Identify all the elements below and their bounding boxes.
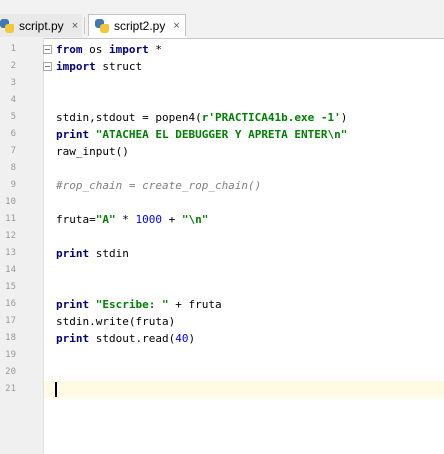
current-line-highlight — [44, 381, 444, 398]
tab-label: script2.py — [114, 19, 166, 33]
keyword: print — [56, 247, 90, 260]
line-number: 10 — [5, 197, 16, 207]
code-line: print "Escribe: " + fruta — [56, 296, 222, 313]
string-literal: "Escribe: " — [95, 298, 169, 311]
code-text: stdin.write(fruta) — [56, 315, 176, 328]
code-text: * — [148, 43, 162, 56]
line-number: 20 — [5, 367, 16, 377]
keyword: import — [56, 60, 96, 73]
code-text: stdout.read( — [89, 332, 176, 345]
code-text: struct — [95, 60, 143, 73]
line-number-gutter[interactable]: 1 2 3 4 5 6 7 8 9 10 11 12 13 14 15 16 1… — [0, 38, 44, 454]
line-number: 15 — [5, 282, 16, 292]
line-number: 8 — [10, 163, 16, 173]
line-number: 18 — [5, 333, 16, 343]
line-number: 12 — [5, 231, 16, 241]
active-tab-indicator — [88, 36, 186, 38]
code-line: from os import * — [56, 41, 162, 58]
comment: #rop_chain = create_rop_chain() — [56, 179, 262, 192]
line-number: 11 — [5, 214, 16, 224]
code-text: fruta= — [56, 213, 96, 226]
code-text: stdin,stdout = popen4( — [56, 111, 202, 124]
number-literal: 1000 — [135, 213, 163, 226]
code-text: + — [162, 213, 182, 226]
code-text: os — [82, 43, 109, 56]
code-line: raw_input() — [56, 143, 129, 160]
line-number: 17 — [5, 316, 16, 326]
line-number: 2 — [10, 61, 16, 71]
fold-marker-icon[interactable] — [43, 45, 52, 54]
code-line: #rop_chain = create_rop_chain() — [56, 177, 261, 194]
keyword: print — [56, 332, 90, 345]
code-text: ) — [188, 332, 196, 345]
keyword: print — [56, 298, 90, 311]
code-line: stdin.write(fruta) — [56, 313, 175, 330]
code-line: print stdin — [56, 245, 129, 262]
line-number: 16 — [5, 299, 16, 309]
line-number: 4 — [10, 95, 16, 105]
text-cursor — [55, 382, 57, 397]
code-line: fruta="A" * 1000 + "\n" — [56, 211, 208, 228]
line-number: 9 — [10, 180, 16, 190]
editor-tab-bar: script.py × script2.py × — [0, 0, 444, 39]
line-number: 3 — [10, 78, 16, 88]
tab-script2-py[interactable]: script2.py × — [88, 14, 186, 37]
code-text: stdin — [89, 247, 129, 260]
number-literal: 40 — [175, 332, 189, 345]
keyword: from — [56, 43, 83, 56]
tab-divider — [84, 17, 85, 34]
fold-marker-icon[interactable] — [43, 62, 52, 71]
line-number: 1 — [10, 44, 16, 54]
line-number: 19 — [5, 350, 16, 360]
code-line: print stdout.read(40) — [56, 330, 195, 347]
keyword: print — [56, 128, 90, 141]
code-text: + fruta — [168, 298, 222, 311]
code-text: raw_input() — [56, 145, 129, 158]
close-icon[interactable]: × — [173, 20, 179, 32]
string-literal: r'PRACTICA41b.exe -1' — [201, 111, 341, 124]
line-number: 6 — [10, 129, 16, 139]
line-number: 13 — [5, 248, 16, 258]
tab-label: script.py — [19, 18, 64, 33]
code-text: ) — [340, 111, 348, 124]
string-literal: "\n" — [181, 213, 209, 226]
string-literal: "A" — [95, 213, 116, 226]
close-icon[interactable]: × — [72, 20, 78, 32]
line-number: 7 — [10, 146, 16, 156]
python-file-icon — [0, 18, 14, 33]
line-number: 21 — [5, 384, 16, 394]
line-number: 5 — [10, 112, 16, 122]
code-line: import struct — [56, 58, 142, 75]
code-line: print "ATACHEA EL DEBUGGER Y APRETA ENTE… — [56, 126, 347, 143]
tab-script-py[interactable]: script.py × — [0, 14, 82, 37]
keyword: import — [109, 43, 149, 56]
string-literal: "ATACHEA EL DEBUGGER Y APRETA ENTER\n" — [95, 128, 348, 141]
line-number: 14 — [5, 265, 16, 275]
code-line: stdin,stdout = popen4(r'PRACTICA41b.exe … — [56, 109, 347, 126]
python-file-icon — [95, 19, 109, 33]
code-text: * — [115, 213, 136, 226]
